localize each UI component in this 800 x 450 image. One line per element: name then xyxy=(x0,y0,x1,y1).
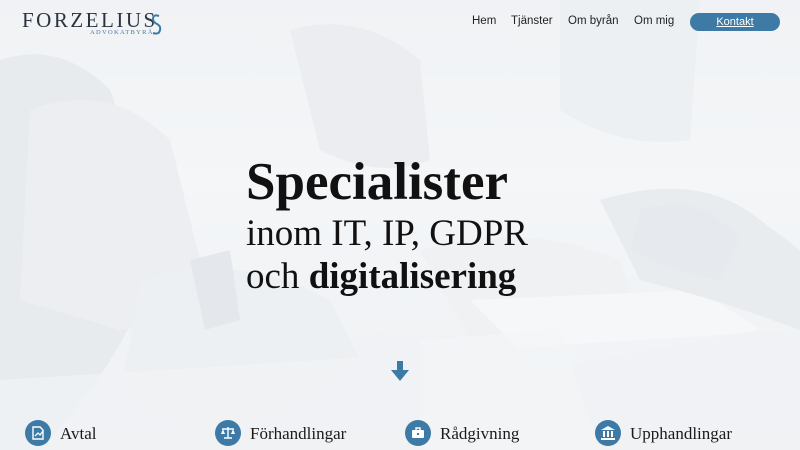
nav-item-om-byran[interactable]: Om byrån xyxy=(568,15,619,27)
hero-line-3: och digitalisering xyxy=(246,255,528,298)
hero-title: Specialister xyxy=(246,153,508,211)
institution-icon xyxy=(595,420,621,446)
service-label: Avtal xyxy=(60,424,97,443)
scales-icon xyxy=(215,420,241,446)
hero-line-3-prefix: och xyxy=(246,256,309,297)
main-nav: Hem Tjänster Om byrån Om mig xyxy=(0,14,800,34)
service-label: Rådgivning xyxy=(440,424,520,443)
hero-title-wrap: Specialister xyxy=(246,152,528,212)
hero-line-3-bold: digitalisering xyxy=(308,256,517,297)
contract-icon xyxy=(25,420,51,446)
nav-item-om-mig[interactable]: Om mig xyxy=(634,15,674,27)
nav-item-tjanster[interactable]: Tjänster xyxy=(511,15,553,27)
hero-line-2: inom IT, IP, GDPR xyxy=(246,213,528,254)
service-label: Upphandlingar xyxy=(630,424,732,443)
services-bar: Avtal Förhandlingar Rådgivning Upphandli… xyxy=(0,418,800,450)
arrow-down-icon[interactable] xyxy=(391,361,409,381)
service-label: Förhandlingar xyxy=(250,424,347,443)
hero-headline: Specialister inom IT, IP, GDPR och digit… xyxy=(246,152,528,298)
contact-button[interactable]: Kontakt xyxy=(690,13,780,31)
nav-item-hem[interactable]: Hem xyxy=(472,15,496,27)
briefcase-icon xyxy=(405,420,431,446)
